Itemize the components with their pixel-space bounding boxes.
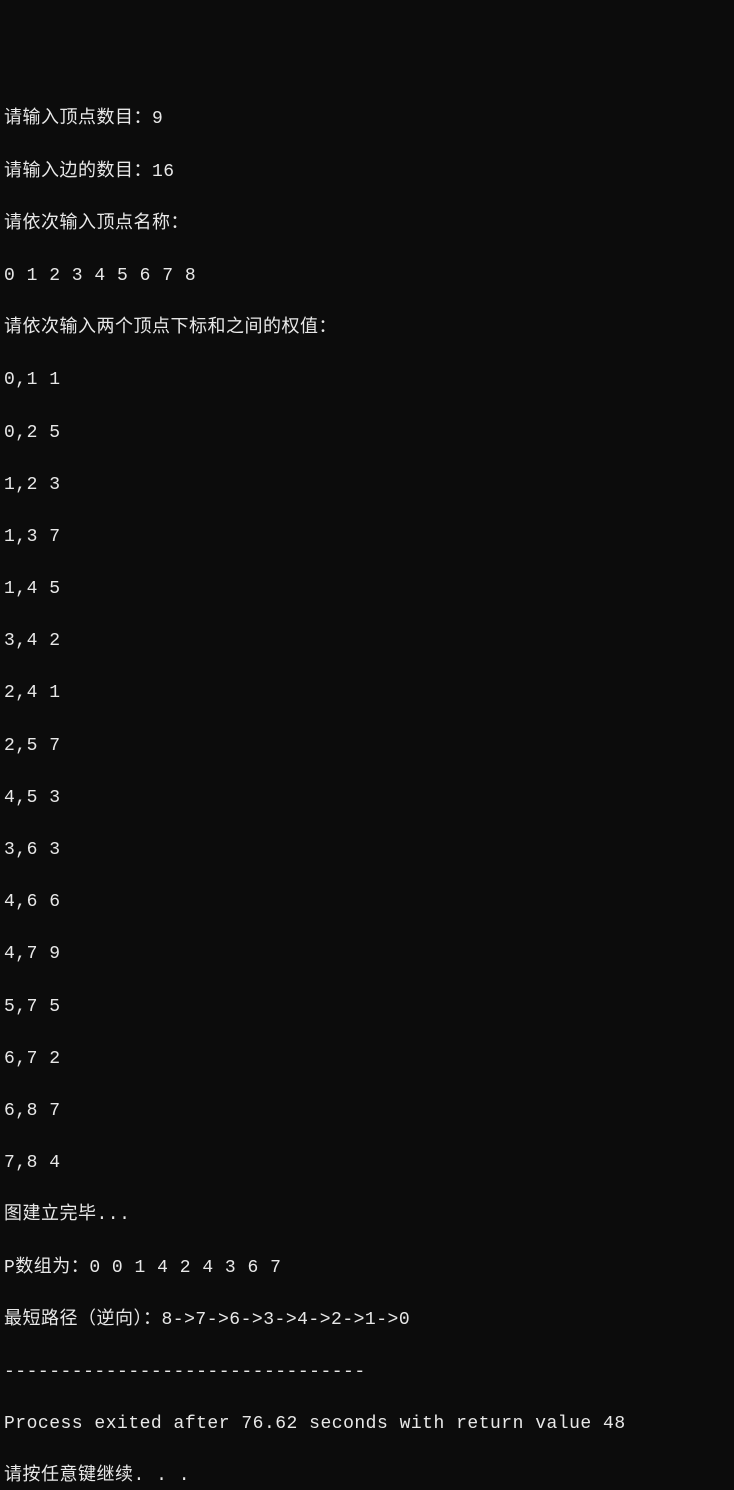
vertex-names-label-line: 请依次输入顶点名称： — [4, 211, 730, 237]
edge-row: 2,5 7 — [4, 733, 730, 759]
edge-row: 4,7 9 — [4, 941, 730, 967]
process-exit-return: 48 — [603, 1414, 626, 1434]
continue-prompt-line[interactable]: 请按任意键继续. . . — [4, 1463, 730, 1489]
edge-row: 0,2 5 — [4, 420, 730, 446]
edge-row: 6,8 7 — [4, 1098, 730, 1124]
shortest-path-line: 最短路径（逆向）：8->7->6->3->4->2->1->0 — [4, 1307, 730, 1333]
edge-row: 0,1 1 — [4, 367, 730, 393]
edge-row: 4,5 3 — [4, 785, 730, 811]
vertex-count-value: 9 — [152, 109, 163, 129]
p-array-label: P数组为： — [4, 1258, 89, 1278]
p-array-line: P数组为：0 0 1 4 2 4 3 6 7 — [4, 1255, 730, 1281]
vertex-names-value-line: 0 1 2 3 4 5 6 7 8 — [4, 263, 730, 289]
process-exit-line: Process exited after 76.62 seconds with … — [4, 1411, 730, 1437]
edge-count-line: 请输入边的数目：16 — [4, 159, 730, 185]
vertex-count-label: 请输入顶点数目： — [4, 109, 152, 129]
edge-row: 3,6 3 — [4, 837, 730, 863]
edge-row: 2,4 1 — [4, 680, 730, 706]
process-exit-seconds: 76.62 — [241, 1414, 298, 1434]
edge-row: 3,4 2 — [4, 628, 730, 654]
edge-row: 5,7 5 — [4, 994, 730, 1020]
p-array-value: 0 0 1 4 2 4 3 6 7 — [89, 1258, 281, 1278]
edge-row: 1,2 3 — [4, 472, 730, 498]
graph-built-line: 图建立完毕... — [4, 1202, 730, 1228]
edge-row: 1,4 5 — [4, 576, 730, 602]
shortest-path-value: 8->7->6->3->4->2->1->0 — [162, 1310, 411, 1330]
edge-row: 1,3 7 — [4, 524, 730, 550]
edge-input-label-line: 请依次输入两个顶点下标和之间的权值： — [4, 315, 730, 341]
edge-row: 7,8 4 — [4, 1150, 730, 1176]
shortest-path-label: 最短路径（逆向）： — [4, 1310, 162, 1330]
separator-line: -------------------------------- — [4, 1359, 730, 1385]
process-exit-mid: seconds with return value — [298, 1414, 603, 1434]
vertex-count-line: 请输入顶点数目：9 — [4, 106, 730, 132]
edge-count-label: 请输入边的数目： — [4, 162, 152, 182]
edge-row: 6,7 2 — [4, 1046, 730, 1072]
edge-row: 4,6 6 — [4, 889, 730, 915]
edge-count-value: 16 — [152, 162, 175, 182]
process-exit-prefix: Process exited after — [4, 1414, 241, 1434]
